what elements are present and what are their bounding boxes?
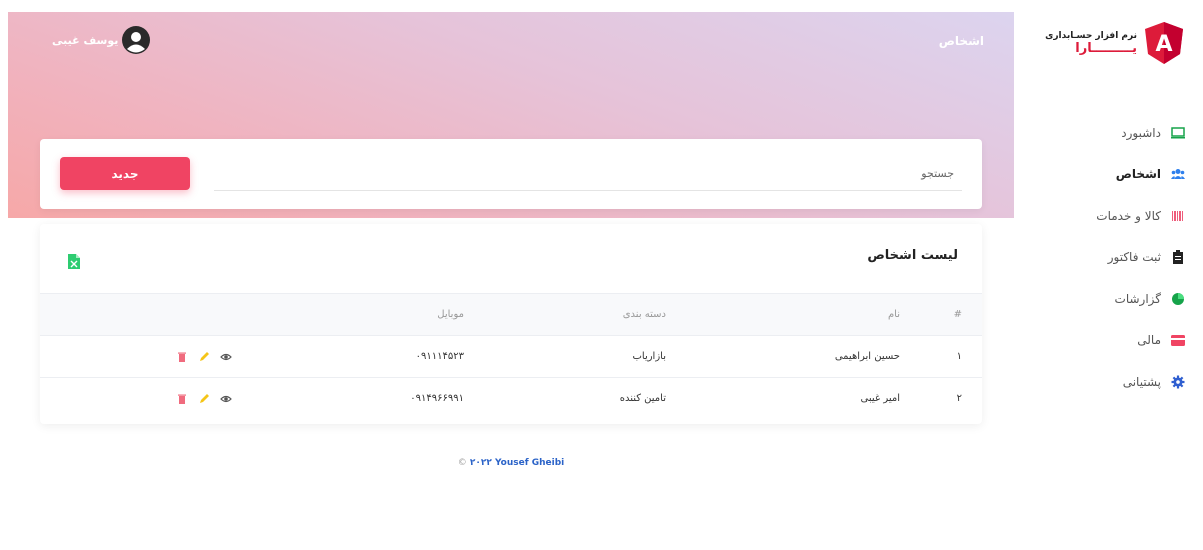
row-mobile: ۰۹۱۱۱۴۵۲۳ — [415, 351, 464, 362]
sidebar-nav: داشبورد اشخاص کالا و خدمات ثبت فاکتور گز… — [1025, 112, 1185, 403]
row-category: بازاریاب — [632, 351, 666, 362]
search-input[interactable] — [214, 157, 962, 191]
footer-author[interactable]: Yousef Gheibi — [495, 458, 564, 468]
excel-export-icon[interactable] — [68, 254, 80, 269]
edit-icon[interactable] — [198, 351, 210, 363]
new-person-button[interactable]: جدید — [60, 157, 190, 190]
column-header-category[interactable]: دسته بندی — [465, 294, 667, 336]
brand-name-line2: یـــــــــارا — [1075, 40, 1137, 56]
delete-icon[interactable] — [176, 351, 188, 363]
table-row: ۲ امیر غیبی تامین کننده ۰۹۱۴۹۶۶۹۹۱ — [40, 377, 982, 420]
row-actions — [40, 378, 243, 420]
column-header-number[interactable]: # — [901, 294, 982, 336]
sidebar-item-label: پشتیانی — [1122, 374, 1161, 389]
sidebar-item-finance[interactable]: مالی — [1025, 320, 1185, 362]
row-category: تامین کننده — [619, 393, 666, 405]
column-header-mobile[interactable]: موبایل — [243, 294, 465, 336]
sidebar-item-label: ثبت فاکتور — [1107, 250, 1161, 265]
footer: © ۲۰۲۲ Yousef Gheibi — [40, 458, 982, 468]
row-actions — [40, 336, 243, 378]
edit-icon[interactable] — [198, 393, 210, 405]
brand-logo-letter: A — [1155, 32, 1172, 57]
view-icon[interactable] — [220, 351, 232, 363]
sidebar-item-label: داشبورد — [1121, 125, 1161, 140]
brand[interactable]: A نرم افزار حسـابداری یـــــــــارا — [1045, 22, 1183, 64]
sidebar-item-products[interactable]: کالا و خدمات — [1025, 195, 1185, 237]
row-number: ۱ — [956, 351, 962, 362]
copyright-symbol: © — [457, 458, 467, 468]
sidebar-item-label: گزارشات — [1114, 291, 1161, 306]
sidebar-item-reports[interactable]: گزارشات — [1025, 278, 1185, 320]
gear-icon — [1171, 375, 1185, 389]
sidebar-item-label: مالی — [1137, 333, 1161, 348]
row-mobile: ۰۹۱۴۹۶۶۹۹۱ — [410, 393, 464, 405]
sidebar: A نرم افزار حسـابداری یـــــــــارا داشب… — [1015, 0, 1203, 550]
angular-logo-icon: A — [1145, 22, 1183, 64]
column-header-actions — [40, 294, 243, 336]
table-header-row: # نام دسته بندی موبایل — [40, 293, 982, 336]
sidebar-item-label: اشخاص — [1115, 167, 1161, 182]
row-name: امیر غیبی — [860, 393, 900, 405]
sidebar-item-invoice[interactable]: ثبت فاکتور — [1025, 237, 1185, 279]
user-profile[interactable]: یوسف غیبی — [52, 26, 151, 54]
credit-card-icon — [1171, 333, 1185, 347]
page-title: اشخاص — [938, 34, 984, 48]
delete-icon[interactable] — [176, 393, 188, 405]
search-card: جدید — [40, 139, 982, 209]
list-title: لیست اشخاص — [867, 248, 958, 263]
sidebar-item-dashboard[interactable]: داشبورد — [1025, 112, 1185, 154]
pie-chart-icon — [1171, 292, 1185, 306]
clipboard-icon — [1171, 250, 1185, 265]
sidebar-item-persons[interactable]: اشخاص — [1025, 154, 1185, 196]
user-avatar-icon — [122, 26, 151, 54]
sidebar-item-support[interactable]: پشتیانی — [1025, 361, 1185, 403]
view-icon[interactable] — [220, 393, 232, 405]
persons-list-card: لیست اشخاص # نام دسته بندی موبایل ۱ حسین… — [40, 224, 982, 424]
table-row: ۱ حسین ابراهیمی بازاریاب ۰۹۱۱۱۴۵۲۳ — [40, 335, 982, 378]
brand-text: نرم افزار حسـابداری یـــــــــارا — [1045, 31, 1137, 56]
column-header-name[interactable]: نام — [667, 294, 901, 336]
persons-table: # نام دسته بندی موبایل ۱ حسین ابراهیمی ب… — [40, 293, 982, 420]
users-icon — [1171, 167, 1185, 181]
user-name: یوسف غیبی — [52, 33, 119, 47]
brand-name-line1: نرم افزار حسـابداری — [1045, 30, 1137, 41]
row-number: ۲ — [956, 393, 962, 405]
row-name: حسین ابراهیمی — [834, 351, 900, 362]
laptop-icon — [1171, 126, 1185, 140]
barcode-icon — [1171, 209, 1185, 223]
footer-year: ۲۰۲۲ — [469, 458, 492, 468]
sidebar-item-label: کالا و خدمات — [1096, 208, 1161, 223]
